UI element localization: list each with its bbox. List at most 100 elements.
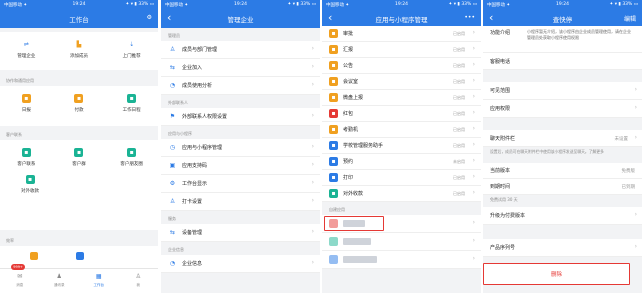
app-status: 已启用 xyxy=(453,94,465,100)
chevron-right-icon: › xyxy=(634,211,637,218)
home-key: 聊天附件栏 xyxy=(490,136,516,142)
group-title: 管理员 xyxy=(161,28,320,41)
settings-icon[interactable]: ⚙ xyxy=(147,14,152,21)
settings-row[interactable]: ⇆ 设备管理 › xyxy=(161,224,320,242)
back-icon[interactable]: ‹ xyxy=(167,11,171,24)
tab-label: 消息 xyxy=(16,283,24,287)
me-icon: ♙ xyxy=(135,273,141,280)
app-icon: ▪ xyxy=(329,125,338,134)
app-row[interactable]: ▪ 红包 已启用 › xyxy=(322,106,481,122)
scope-row[interactable]: 可见范围 › xyxy=(483,82,642,100)
app-icon: ▪ xyxy=(329,93,338,102)
message-icon: ✉ xyxy=(17,273,23,280)
upgrade-row[interactable]: 升级为付费版本 › xyxy=(483,207,642,225)
app-row[interactable]: ▪ 会议室 已启用 › xyxy=(322,74,481,90)
app-label: 客户群 xyxy=(72,162,86,167)
perm-row[interactable]: 应用权限 › xyxy=(483,100,642,118)
edit-button[interactable]: 编辑 xyxy=(624,14,636,23)
app-icon: ▪ xyxy=(74,148,84,157)
app-row[interactable]: ▪ 审批 已启用 › xyxy=(322,26,481,42)
recommend-icon: ⇣ xyxy=(129,41,135,48)
app-icon[interactable] xyxy=(30,252,38,260)
app-row[interactable]: ▪ 学校管理服务助手 已启用 › xyxy=(322,138,481,154)
admin-item[interactable]: ⇌ 管理企业 xyxy=(6,40,46,59)
app-icon[interactable] xyxy=(76,252,84,260)
tab-contacts[interactable]: ♟ 通讯录 xyxy=(47,269,72,293)
app-row[interactable]: ▪ 预约 未启用 › xyxy=(322,154,481,170)
row-icon: ⚑ xyxy=(169,113,176,120)
chevron-right-icon: › xyxy=(311,143,314,150)
home-note: 设置后，成员可在聊天附件栏中使用该小程序发送至聊天。了解更多 xyxy=(490,149,604,154)
settings-row[interactable]: ⚙ 工作台显示 › xyxy=(161,175,320,193)
row-label: 应用与小程序管理 xyxy=(182,145,223,151)
status-bar: 中国移动 ✦ 19:24 ✦ ▾ ▮ 33% ▭ xyxy=(483,0,642,8)
app-row[interactable]: ▪ 微盘上报 已启用 › xyxy=(322,90,481,106)
app-name: 对外收款 xyxy=(343,191,364,197)
tab-label: 工作台 xyxy=(93,283,105,287)
app-status: 已启用 xyxy=(453,110,465,116)
app-item[interactable]: ▪ 客户联系 xyxy=(6,148,46,167)
chevron-right-icon: › xyxy=(311,63,314,70)
app-icon: ▪ xyxy=(25,175,35,184)
app-icon: ▪ xyxy=(329,189,338,198)
app-item[interactable]: ▪ 对外收款 xyxy=(10,175,50,194)
group-title: 服务 xyxy=(161,211,320,224)
tab-me[interactable]: ♙ 我 xyxy=(126,269,151,293)
page-title: 工作台 xyxy=(69,16,89,24)
group-title-text: 外部联系人 xyxy=(168,100,188,105)
status-bar: 中国移动 ✦ 19:24 ✦ ▾ ▮ 33% ▭ xyxy=(322,0,481,8)
page-title: 查快停 xyxy=(552,16,573,24)
row-label: 企业信息 xyxy=(182,261,203,267)
group-title: 应用与小程序 xyxy=(161,126,320,139)
group-title-text: 应用与小程序 xyxy=(168,131,192,136)
custom-app-row[interactable]: › xyxy=(322,215,481,233)
version-row: 当前版本 免费版 xyxy=(483,163,642,179)
settings-row[interactable]: ♙ 成员与部门管理 › xyxy=(161,41,320,59)
serial-row[interactable]: 产品序列号 › xyxy=(483,239,642,257)
back-icon[interactable]: ‹ xyxy=(328,11,332,24)
battery-status: ✦ ▾ ▮ 33% ▭ xyxy=(609,1,638,7)
row-icon: ▣ xyxy=(169,162,176,169)
app-row[interactable]: ▪ 打印 已启用 › xyxy=(322,170,481,186)
settings-row[interactable]: ▣ 应用支持码 › xyxy=(161,157,320,175)
app-row[interactable]: ▪ 对外收款 已启用 › xyxy=(322,186,481,202)
app-row[interactable]: ▪ 汇报 已启用 › xyxy=(322,42,481,58)
back-icon[interactable]: ‹ xyxy=(489,11,493,24)
delete-button[interactable]: 删除 xyxy=(483,263,630,285)
row-icon: ⇆ xyxy=(169,229,176,236)
recommend-item[interactable]: ⇣ 上门推荐 xyxy=(112,40,152,59)
tab-workbench[interactable]: ▦ 工作台 xyxy=(86,269,111,293)
settings-row[interactable]: ◷ 应用与小程序管理 › xyxy=(161,139,320,157)
settings-row[interactable]: ♙ 打卡设置 › xyxy=(161,193,320,211)
settings-row[interactable]: ⇆ 企业加入 › xyxy=(161,59,320,77)
app-row[interactable]: ▪ 公告 已启用 › xyxy=(322,58,481,74)
home-row[interactable]: 聊天附件栏 未设置 › xyxy=(483,130,642,147)
app-item[interactable]: ▪ 客户群 xyxy=(59,148,99,167)
app-icon: ▪ xyxy=(74,94,84,103)
settings-row[interactable]: ◔ 企业信息 › xyxy=(161,255,320,273)
battery-status: ✦ ▾ ▮ 33% ▭ xyxy=(125,1,154,7)
row-icon: ♙ xyxy=(169,46,176,53)
tab-message[interactable]: ✉ 消息 999+ xyxy=(7,264,32,293)
add-member-icon: ▙ xyxy=(76,41,82,48)
app-item[interactable]: ▪ 付款 xyxy=(59,94,99,113)
add-member-item[interactable]: ▙ 添加成员 xyxy=(59,40,99,59)
settings-row[interactable]: ⚑ 外部联系人权限设置 › xyxy=(161,108,320,126)
settings-row[interactable]: ◔ 成员使用分析 › xyxy=(161,77,320,95)
app-row[interactable]: ▪ 考勤机 已启用 › xyxy=(322,122,481,138)
row-icon: ♙ xyxy=(169,198,176,205)
app-label: 添加成员 xyxy=(69,54,88,59)
custom-app-row[interactable]: › xyxy=(322,233,481,251)
more-icon[interactable]: ••• xyxy=(464,14,475,21)
app-status: 已启用 xyxy=(453,46,465,52)
app-item[interactable]: ▪ 工作日程 xyxy=(112,94,152,113)
app-name: 学校管理服务助手 xyxy=(343,143,384,149)
app-item[interactable]: ▪ 客户朋友圈 xyxy=(112,148,152,167)
row-label: 打卡设置 xyxy=(182,199,203,205)
app-status: 已启用 xyxy=(453,78,465,84)
chevron-right-icon: › xyxy=(472,141,475,148)
app-item[interactable]: ▪ 日报 xyxy=(6,94,46,113)
chevron-right-icon: › xyxy=(472,77,475,84)
custom-app-row[interactable]: › xyxy=(322,251,481,269)
expire-key: 到期时间 xyxy=(490,184,511,190)
